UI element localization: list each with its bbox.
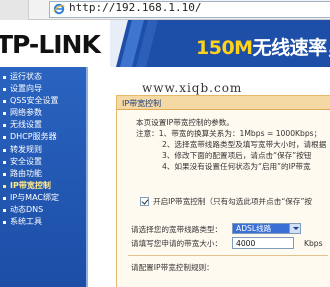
sidebar-item-label: IP带宽控制 (10, 180, 51, 190)
banner-decoration (110, 20, 158, 67)
bandwidth-control-panel: IP带宽控制 本页设置IP带宽控制的参数。 注意：1、带宽的换算关系为：1Mbp… (116, 95, 330, 287)
sidebar-item-ip-mac-binding[interactable]: IP与MAC绑定 (0, 192, 86, 204)
sidebar-item-label: QSS安全设置 (10, 96, 59, 106)
sidebar-item-label: 动态DNS (10, 205, 44, 215)
sidebar-item-status[interactable]: 运行状态 (0, 71, 86, 83)
line-type-select[interactable]: ADSL线路 (232, 223, 301, 234)
enable-label: 开启IP带宽控制（只有勾选此项并点击“保存”按 (153, 197, 312, 206)
note-line: 3、修改下面的配置项后，请点击“保存”按钮 (162, 151, 312, 160)
slogan-highlight: 150M (196, 37, 253, 59)
sidebar-item-ddns[interactable]: 动态DNS (0, 204, 86, 216)
browser-address-area: http://192.168.1.10/ (0, 0, 330, 20)
ie-page-icon (53, 3, 65, 15)
bullet-icon (3, 124, 6, 128)
sidebar-item-ip-bandwidth[interactable]: IP带宽控制 (0, 180, 86, 192)
sidebar-item-label: DHCP服务器 (10, 132, 57, 142)
sidebar-item-setup-wizard[interactable]: 设置向导 (0, 83, 86, 95)
banner-slogan: 150M无线速率，1 (196, 33, 330, 60)
note-line: 4、如果没有设置任何状态为“启用”的IP带宽 (162, 162, 311, 171)
sidebar-item-dhcp[interactable]: DHCP服务器 (0, 131, 86, 143)
line-type-selected: ADSL线路 (236, 224, 272, 233)
bullet-icon (3, 221, 6, 225)
line-type-label: 请选择您的宽带线路类型： (131, 225, 223, 234)
chevron-down-icon[interactable] (289, 224, 300, 233)
note-line: 注意：1、带宽的换算关系为：1Mbps = 1000Kbps； (136, 129, 322, 138)
sidebar-item-label: 无线设置 (10, 120, 42, 130)
sidebar-item-label: 设置向导 (10, 84, 42, 94)
sidebar-item-label: 系统工具 (10, 217, 42, 227)
bandwidth-label: 请填写您申请的带宽大小： (131, 239, 223, 248)
divider (128, 255, 328, 256)
sidebar-menu: 运行状态 设置向导 QSS安全设置 网络参数 无线设置 DHCP服务器 转发规则… (0, 67, 88, 287)
bullet-icon (3, 100, 6, 104)
rules-label: 请配置IP带宽控制规则： (131, 263, 214, 272)
sidebar-item-system-tools[interactable]: 系统工具 (0, 216, 86, 228)
bullet-icon (3, 160, 6, 164)
watermark-text: www.xiqb.com (142, 81, 243, 95)
enable-bandwidth-checkbox[interactable] (140, 197, 149, 206)
bullet-icon (3, 148, 6, 152)
sidebar-item-label: 转发规则 (10, 144, 42, 154)
bullet-icon (3, 184, 6, 188)
sidebar-item-security[interactable]: 安全设置 (0, 156, 86, 168)
sidebar-item-forwarding[interactable]: 转发规则 (0, 144, 86, 156)
sidebar-item-label: IP与MAC绑定 (10, 192, 60, 202)
note-line: 2、选择宽带线路类型及填写宽带大小时，请根据 (162, 140, 327, 149)
sidebar-item-label: 安全设置 (10, 156, 42, 166)
sidebar-item-label: 网络参数 (10, 108, 42, 118)
bullet-icon (3, 112, 6, 116)
bullet-icon (3, 76, 6, 79)
router-banner: TP-LINK 150M无线速率，1 (0, 20, 330, 67)
address-url[interactable]: http://192.168.1.10/ (69, 1, 201, 14)
tp-link-logo: TP-LINK (0, 30, 101, 59)
sidebar-item-network[interactable]: 网络参数 (0, 107, 86, 119)
sidebar-item-label: 路由功能 (10, 168, 42, 178)
bandwidth-unit: Kbps (304, 239, 323, 248)
browser-window-edge (0, 0, 29, 20)
sidebar-item-wireless[interactable]: 无线设置 (0, 119, 86, 131)
sidebar-item-qss[interactable]: QSS安全设置 (0, 95, 86, 107)
bandwidth-field[interactable] (232, 237, 294, 249)
bullet-icon (3, 209, 6, 213)
panel-title: IP带宽控制 (122, 99, 162, 108)
bullet-icon (3, 88, 6, 92)
logo-area: TP-LINK (0, 20, 110, 67)
bullet-icon (3, 196, 6, 200)
intro-text: 本页设置IP带宽控制的参数。 (136, 118, 234, 127)
bullet-icon (3, 172, 6, 176)
sidebar-item-routing[interactable]: 路由功能 (0, 168, 86, 180)
bandwidth-input[interactable] (233, 238, 293, 248)
panel-header: IP带宽控制 (117, 96, 330, 110)
slogan-rest: 无线速率，1 (252, 37, 330, 59)
sidebar-item-label: 运行状态 (10, 72, 42, 81)
bullet-icon (3, 136, 6, 140)
